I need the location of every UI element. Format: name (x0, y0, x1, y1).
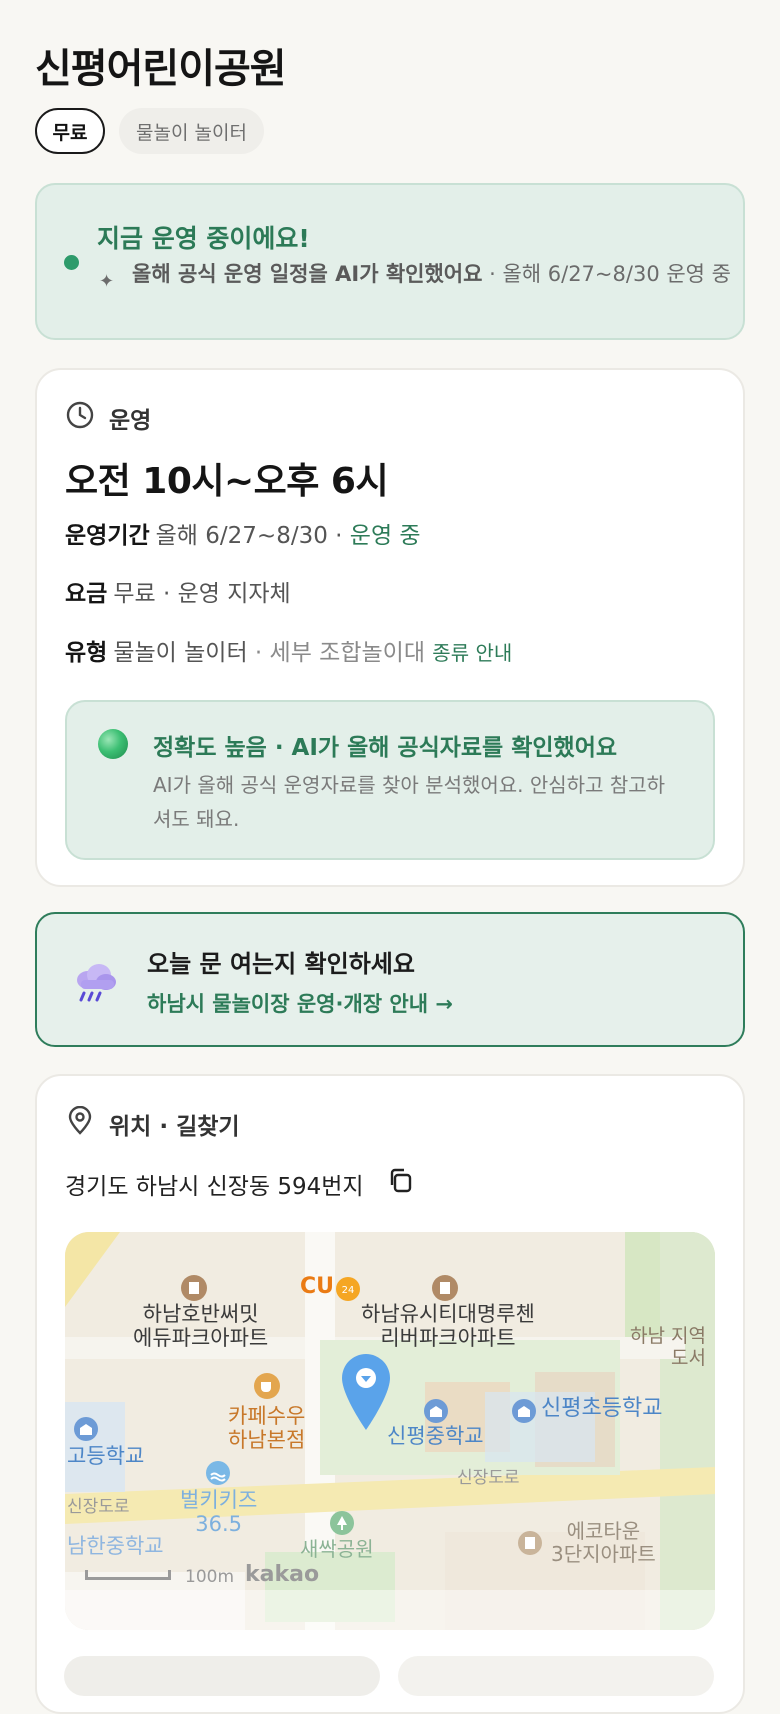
school-icon-3 (73, 1416, 99, 1446)
period-row: 운영기간 올해 6/27~8/30 · 운영 중 (65, 516, 421, 550)
map-provider-logo: kakao (245, 1562, 320, 1587)
page-title: 신평어린이공원 (35, 46, 287, 92)
map-label-cafe: 카페수우 하남본점 (228, 1404, 306, 1453)
location-card: 위치 · 길찾기 경기도 하남시 신장동 594번지 하남호반써밋 에듀파크아파… (35, 1074, 745, 1714)
location-map[interactable]: 하남호반써밋 에듀파크아파트 CU 24 하남유시티대명루첸 리버파크아파트 하… (65, 1232, 715, 1630)
accuracy-title: 정확도 높음 · AI가 올해 공식자료를 확인했어요 (153, 735, 618, 761)
map-label-library: 하남 지역 도서 (630, 1325, 706, 1369)
convenience-store-icon: 24 (335, 1276, 361, 1306)
type-row: 유형 물놀이 놀이터 · 세부 조합놀이대 종류 안내 (65, 633, 512, 667)
open-check-notice[interactable]: 오늘 문 여는지 확인하세요 하남시 물놀이장 운영·개장 안내 → (35, 912, 745, 1047)
accuracy-indicator-icon (98, 729, 128, 759)
period-label: 운영기간 (65, 523, 150, 549)
location-section-title: 위치 · 길찾기 (109, 1114, 240, 1140)
map-label-kids: 벌키키즈 36.5 (180, 1488, 258, 1537)
map-label-elementary-school: 신평초등학교 (541, 1396, 663, 1421)
map-label-south-school: 남한중학교 (67, 1534, 164, 1558)
type-guide-link[interactable]: 종류 안내 (432, 641, 512, 665)
rain-cloud-icon (71, 958, 121, 1008)
location-pin-icon (65, 1105, 95, 1142)
bottom-action-button-2[interactable] (398, 1656, 714, 1696)
map-label-road-1: 신장도로 (457, 1468, 520, 1488)
address-row: 경기도 하남시 신장동 594번지 (65, 1166, 416, 1202)
map-label-road-2: 신장도로 (67, 1497, 130, 1517)
accuracy-box: 정확도 높음 · AI가 올해 공식자료를 확인했어요 AI가 올해 공식 운영… (65, 700, 715, 860)
map-label-apartment-1: 하남호반써밋 에듀파크아파트 (133, 1302, 269, 1351)
fee-label: 요금 (65, 581, 108, 607)
clock-icon (65, 400, 95, 436)
map-label-eco-apartment: 에코타운 3단지아파트 (551, 1519, 656, 1566)
type-detail: · 세부 조합놀이대 (247, 640, 433, 666)
map-scale-label: 100m (185, 1567, 235, 1587)
accuracy-description: AI가 올해 공식 운영자료를 찾아 분석했어요. 안심하고 참고하셔도 돼요. (153, 773, 666, 831)
status-headline: 지금 운영 중이에요! (97, 224, 310, 253)
type-badge: 물놀이 놀이터 (119, 108, 264, 154)
status-period-text: · 올해 6/27~8/30 운영 중 (482, 262, 731, 286)
map-label-cu: CU (300, 1274, 335, 1299)
apartment-poi-icon-3 (517, 1530, 543, 1560)
notice-title: 오늘 문 여는지 확인하세요 (147, 950, 415, 978)
ai-check-text: 올해 공식 운영 일정을 AI가 확인했어요 (132, 262, 483, 286)
map-scale-bar (85, 1570, 171, 1580)
sparkle-icon: ✦ (99, 271, 115, 292)
swimming-icon (205, 1460, 231, 1490)
hours-section-title: 운영 (109, 408, 152, 434)
map-label-park: 새싹공원 (300, 1537, 374, 1561)
type-value: 물놀이 놀이터 (113, 640, 248, 666)
status-dot (64, 255, 79, 270)
free-badge: 무료 (35, 108, 105, 154)
hours-card: 운영 오전 10시~오후 6시 운영기간 올해 6/27~8/30 · 운영 중 … (35, 368, 745, 887)
type-label: 유형 (65, 640, 108, 666)
bottom-action-button-1[interactable] (64, 1656, 380, 1696)
fee-row: 요금 무료 · 운영 지자체 (65, 574, 291, 608)
place-detail-page: 신평어린이공원 무료 물놀이 놀이터 지금 운영 중이에요! ✦ 올해 공식 운… (0, 0, 780, 1714)
map-label-middle-school: 신평중학교 (387, 1424, 484, 1448)
period-status: 운영 중 (349, 523, 421, 549)
address-text: 경기도 하남시 신장동 594번지 (65, 1174, 364, 1200)
operating-hours: 오전 10시~오후 6시 (65, 461, 389, 502)
copy-icon[interactable] (386, 1166, 416, 1202)
operating-status-banner: 지금 운영 중이에요! ✦ 올해 공식 운영 일정을 AI가 확인했어요 · 올… (35, 183, 745, 340)
hours-section-header: 운영 (65, 400, 151, 436)
notice-link[interactable]: 하남시 물놀이장 운영·개장 안내 → (147, 988, 453, 1018)
map-label-apartment-2: 하남유시티대명루첸 리버파크아파트 (361, 1302, 535, 1351)
status-subtext: 올해 공식 운영 일정을 AI가 확인했어요 · 올해 6/27~8/30 운영… (132, 260, 732, 289)
map-label-high-school: 고등학교 (67, 1444, 145, 1468)
fee-value: 무료 · 운영 지자체 (113, 581, 291, 607)
svg-text:24: 24 (342, 1285, 355, 1296)
park-icon (329, 1510, 355, 1540)
period-value: 올해 6/27~8/30 · (155, 523, 350, 549)
cafe-icon (253, 1372, 281, 1404)
school-icon-2 (511, 1398, 537, 1428)
location-section-header: 위치 · 길찾기 (65, 1105, 240, 1142)
map-marker-pin (338, 1352, 394, 1436)
